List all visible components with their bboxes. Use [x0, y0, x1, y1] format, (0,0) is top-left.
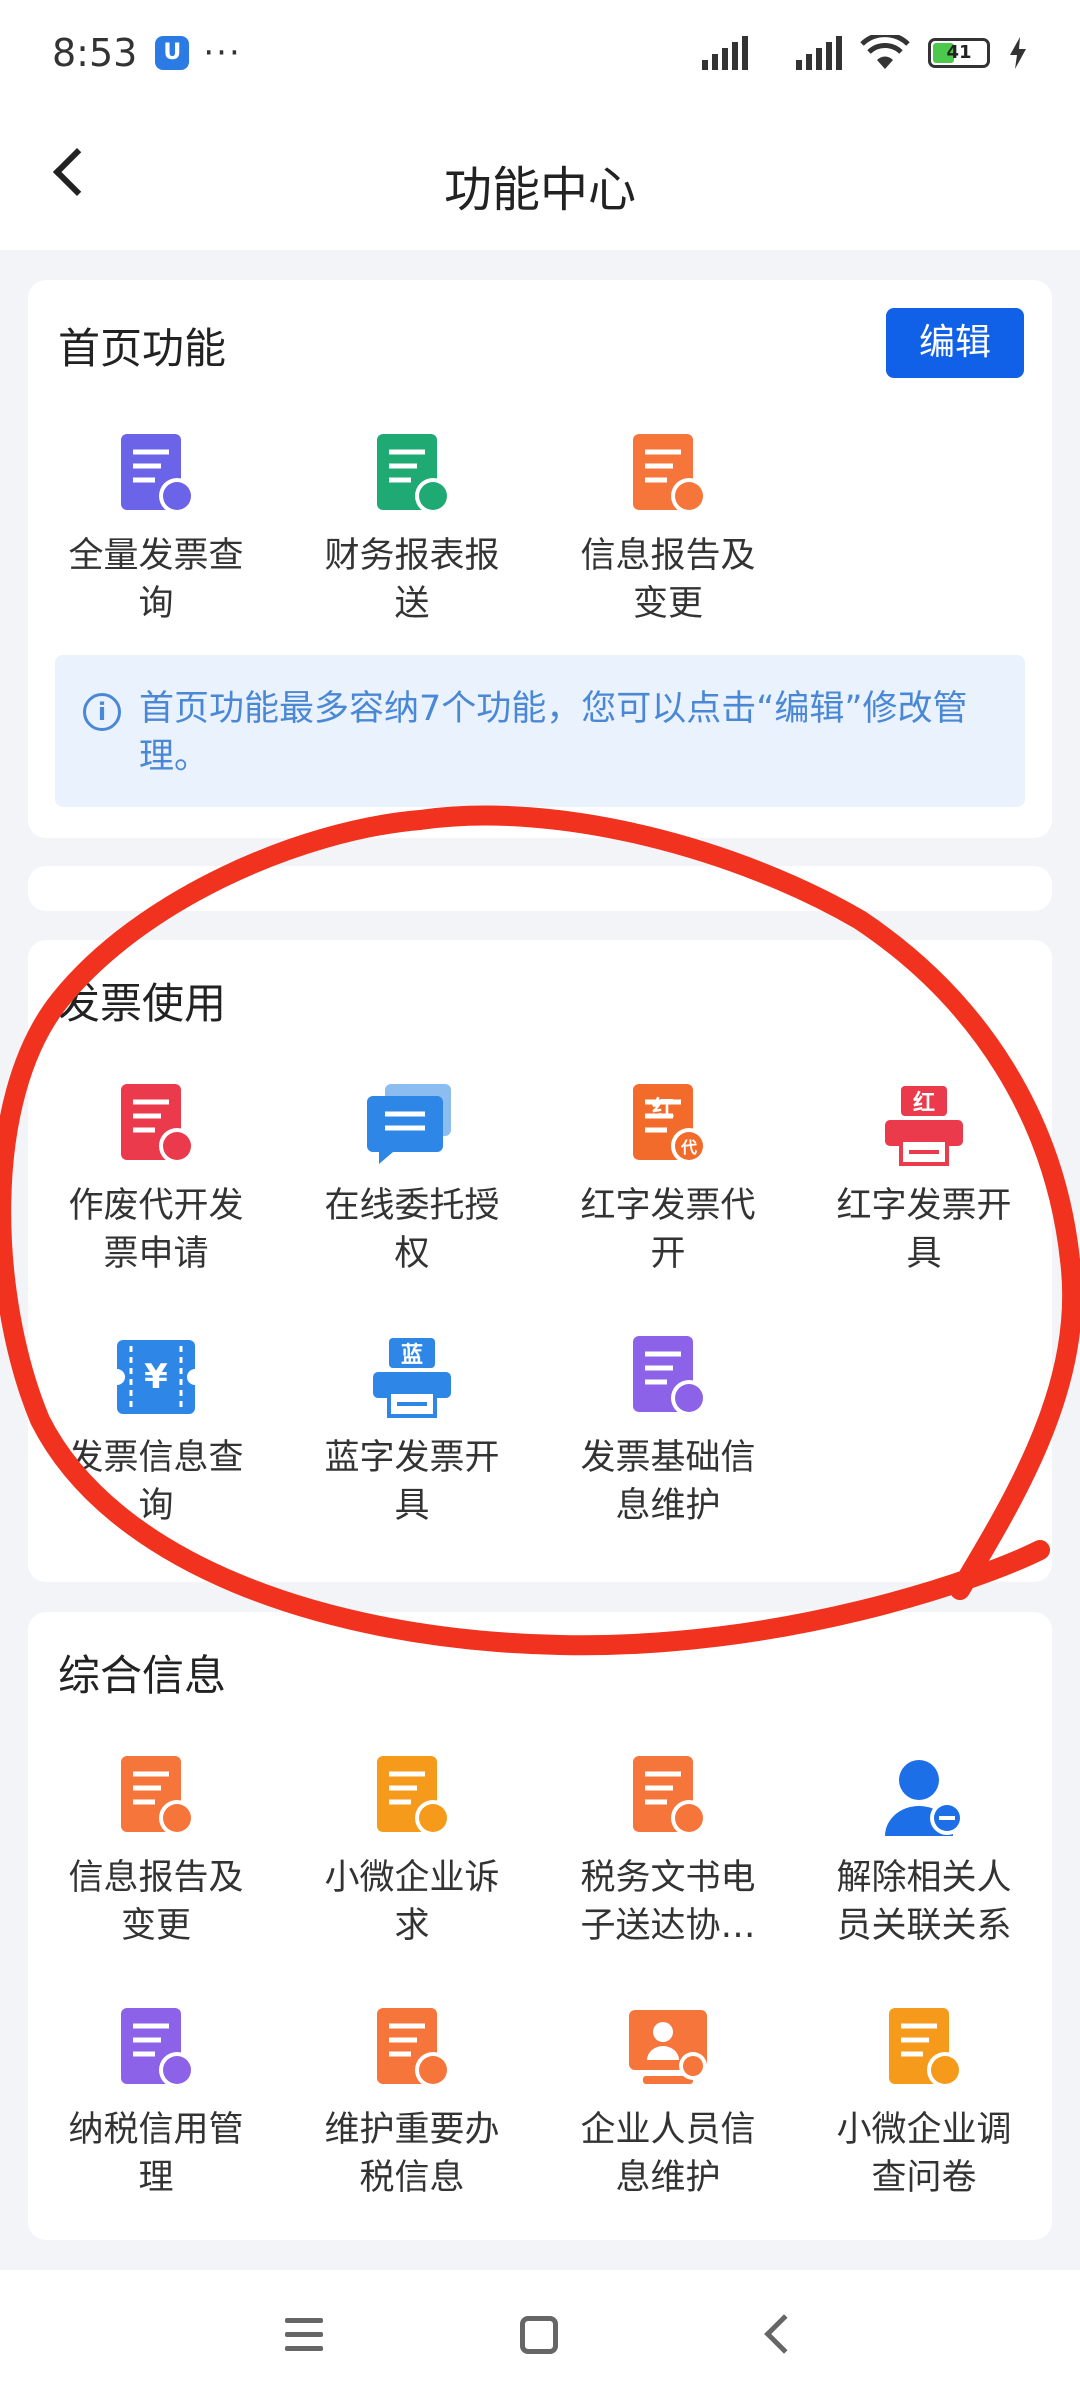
function-item[interactable]: 蓝蓝字发票开具 — [284, 1332, 540, 1530]
function-item-label: 财务报表报送 — [324, 536, 500, 624]
sme-appeal-icon — [367, 1752, 457, 1842]
menu-nav-button[interactable] — [285, 2318, 323, 2360]
invoice-usage-card: 发票使用 作废代开发票申请 在线委托授权红代红字发票代开红红字发票开具 ¥ 发票信息查… — [28, 940, 1052, 1582]
spacer-card — [28, 866, 1052, 911]
svg-text:代: 代 — [680, 1138, 697, 1157]
function-item[interactable]: 在线委托授权 — [284, 1080, 540, 1278]
tax-credit-icon — [111, 2004, 201, 2094]
edit-button[interactable]: 编辑 — [886, 308, 1024, 378]
function-item-label: 发票信息查询 — [68, 1438, 244, 1526]
general-info-title: 综合信息 — [58, 1651, 227, 1700]
info-report-edit-icon — [111, 1752, 201, 1842]
red-invoice-printer-icon: 红 — [879, 1080, 969, 1170]
blue-invoice-printer-icon: 蓝 — [367, 1332, 457, 1422]
invoice-maintenance-icon — [623, 1332, 713, 1422]
svg-text:红: 红 — [652, 1096, 674, 1122]
page-header: 功能中心 — [0, 105, 1080, 250]
home-functions-title: 首页功能 — [58, 324, 227, 373]
function-item-label: 红字发票代开 — [580, 1186, 756, 1274]
function-item[interactable]: 红红字发票开具 — [796, 1080, 1052, 1278]
invoice-ticket-icon: ¥ — [109, 1332, 203, 1422]
online-delegation-icon — [367, 1080, 457, 1170]
general-info-card: 综合信息 信息报告及变更 小微企业诉求 税务文书电子送达协… 解除相关人员关联关系纳税… — [28, 1612, 1052, 2240]
function-item[interactable]: 财务报表报送 — [284, 430, 540, 628]
function-item[interactable]: 信息报告及变更 — [540, 430, 796, 628]
function-item[interactable]: 信息报告及变更 — [28, 1752, 284, 1950]
tax-document-delivery-icon — [623, 1752, 713, 1842]
function-item[interactable]: 企业人员信息维护 — [540, 2004, 796, 2202]
more-notifications-icon: ··· — [203, 32, 242, 73]
home-notice: i 首页功能最多容纳7个功能，您可以点击“编辑”修改管理。 — [55, 655, 1025, 807]
svg-text:¥: ¥ — [144, 1357, 168, 1397]
function-item[interactable]: 作废代开发票申请 — [28, 1080, 284, 1278]
function-item[interactable]: ¥ 发票信息查询 — [28, 1332, 284, 1530]
function-item[interactable]: 税务文书电子送达协… — [540, 1752, 796, 1950]
financial-report-icon — [367, 430, 457, 520]
function-item-label: 全量发票查询 — [68, 536, 244, 624]
wifi-icon — [860, 34, 910, 69]
function-item-label: 解除相关人员关联关系 — [836, 1858, 1012, 1946]
function-item-label: 信息报告及变更 — [68, 1858, 244, 1946]
function-item-label: 纳税信用管理 — [68, 2110, 244, 2198]
info-report-edit-icon — [623, 430, 713, 520]
invoice-usage-title: 发票使用 — [58, 979, 227, 1028]
tax-info-maintenance-icon — [367, 2004, 457, 2094]
system-nav-bar — [0, 2270, 1080, 2400]
info-icon: i — [83, 693, 121, 731]
function-item[interactable]: 全量发票查询 — [28, 430, 284, 628]
battery-icon: 41 — [928, 37, 990, 68]
function-item-label: 蓝字发票开具 — [324, 1438, 500, 1526]
home-functions-card: 首页功能 编辑 全量发票查询 财务报表报送 信息报告及变更 i 首页功能最多容纳7个… — [28, 280, 1052, 838]
function-item[interactable]: 维护重要办税信息 — [284, 2004, 540, 2202]
function-item-label: 红字发票开具 — [836, 1186, 1012, 1274]
function-item-label: 小微企业诉求 — [324, 1858, 500, 1946]
red-invoice-agent-icon: 红代 — [623, 1080, 713, 1170]
page-title: 功能中心 — [443, 162, 636, 218]
function-item-label: 企业人员信息维护 — [580, 2110, 756, 2198]
svg-text:红: 红 — [913, 1090, 935, 1116]
cellular-signal-2-icon — [796, 35, 842, 70]
home-nav-button[interactable] — [520, 2316, 558, 2354]
svg-text:蓝: 蓝 — [401, 1343, 423, 1368]
app-notification-icon: U — [155, 35, 190, 70]
function-item[interactable]: 发票基础信息维护 — [540, 1332, 796, 1530]
function-item[interactable]: 解除相关人员关联关系 — [796, 1752, 1052, 1950]
void-invoice-icon — [111, 1080, 201, 1170]
remove-person-icon — [879, 1752, 969, 1842]
battery-level: 41 — [946, 41, 972, 63]
function-item-label: 信息报告及变更 — [580, 536, 756, 624]
invoice-search-icon — [111, 430, 201, 520]
function-item[interactable]: 小微企业调查问卷 — [796, 2004, 1052, 2202]
function-item-label: 税务文书电子送达协… — [580, 1858, 756, 1946]
cellular-signal-icon — [702, 35, 748, 70]
sme-survey-icon — [879, 2004, 969, 2094]
function-item-label: 小微企业调查问卷 — [836, 2110, 1012, 2198]
function-item[interactable]: 红代红字发票代开 — [540, 1080, 796, 1278]
function-item[interactable]: 小微企业诉求 — [284, 1752, 540, 1950]
function-item-label: 在线委托授权 — [324, 1186, 500, 1274]
function-item-label: 作废代开发票申请 — [68, 1186, 244, 1274]
function-item[interactable]: 纳税信用管理 — [28, 2004, 284, 2202]
charging-icon — [1010, 36, 1026, 69]
status-time: 8:53 — [52, 30, 138, 75]
status-bar: 8:53 U ··· 41 — [0, 0, 1080, 105]
home-notice-text: 首页功能最多容纳7个功能，您可以点击“编辑”修改管理。 — [139, 689, 968, 777]
function-item-label: 发票基础信息维护 — [580, 1438, 756, 1526]
function-item-label: 维护重要办税信息 — [324, 2110, 500, 2198]
staff-info-icon — [623, 2004, 713, 2094]
status-indicators: 41 — [672, 34, 1028, 71]
back-nav-button[interactable] — [764, 2314, 804, 2354]
